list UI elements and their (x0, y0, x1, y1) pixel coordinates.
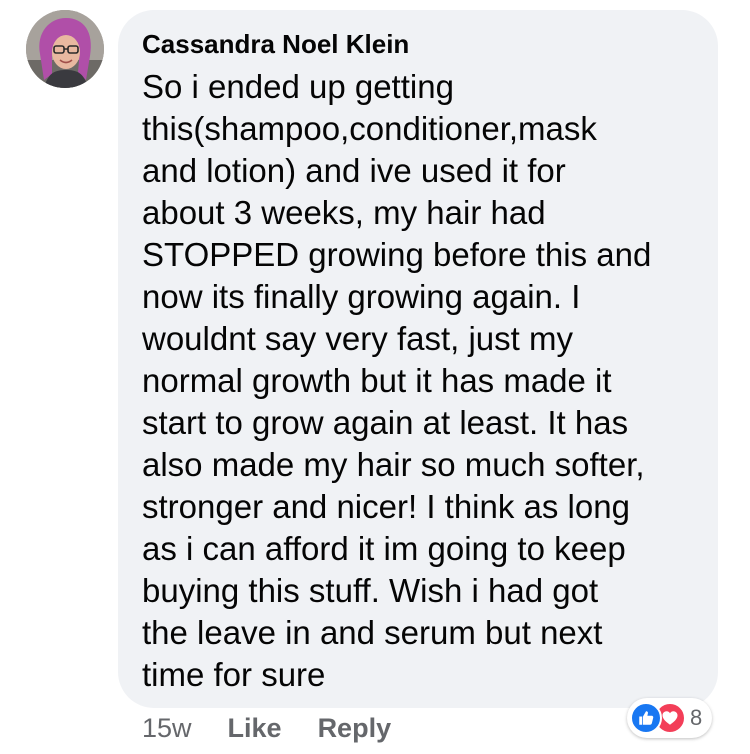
profile-photo-icon (26, 10, 104, 88)
comment-line: wouldnt say very fast, just my (142, 320, 573, 357)
comment-line: So i ended up getting (142, 68, 454, 105)
comment-line: time for sure (142, 656, 326, 693)
reaction-summary[interactable]: 8 (627, 698, 713, 738)
comment-line: this(shampoo,conditioner,mask (142, 110, 597, 147)
comment-line: as i can afford it im going to keep (142, 530, 626, 567)
like-icon (630, 702, 662, 734)
comment-line: and lotion) and ive used it for (142, 152, 566, 189)
comment-line: normal growth but it has made it (142, 362, 612, 399)
avatar[interactable] (26, 10, 104, 88)
comment-line: also made my hair so much softer, (142, 446, 645, 483)
comment-line: start to grow again at least. It has (142, 404, 629, 441)
comment-line: STOPPED growing before this and (142, 236, 652, 273)
comment-author[interactable]: Cassandra Noel Klein (142, 28, 702, 60)
comment-line: the leave in and serum but next (142, 614, 603, 651)
comment-line: buying this stuff. Wish i had got (142, 572, 599, 609)
comment-text: So i ended up getting this(shampoo,condi… (142, 66, 702, 696)
comment-line: now its finally growing again. I (142, 278, 581, 315)
comment-bubble: Cassandra Noel Klein So i ended up getti… (118, 10, 718, 708)
comment-container: Cassandra Noel Klein So i ended up getti… (0, 0, 750, 754)
reaction-count: 8 (690, 705, 703, 730)
comment-actions: 15w Like Reply (142, 710, 427, 746)
like-button[interactable]: Like (228, 710, 282, 746)
comment-line: stronger and nicer! I think as long (142, 488, 630, 525)
comment-timestamp[interactable]: 15w (142, 710, 192, 746)
reply-button[interactable]: Reply (318, 710, 392, 746)
comment-line: about 3 weeks, my hair had (142, 194, 546, 231)
